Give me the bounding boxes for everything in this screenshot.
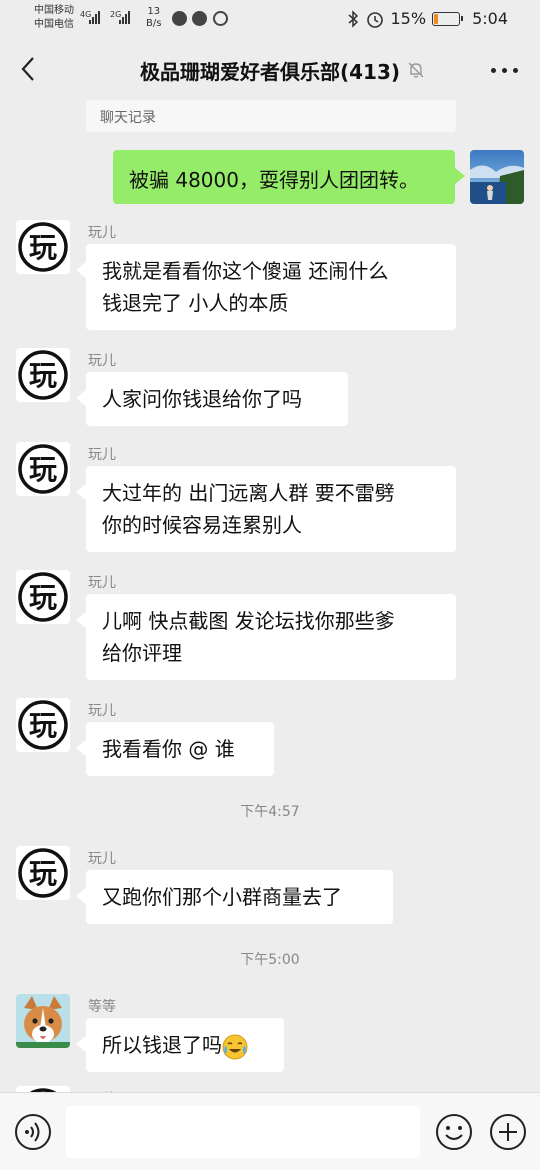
message-bubble[interactable]: 大过年的 出门远离人群 要不雷劈 你的时候容易连累别人: [76, 466, 456, 552]
message-bubble[interactable]: 所以钱退了吗: [76, 1018, 284, 1072]
signal-1-icon: [89, 10, 100, 24]
speed-value: 13: [147, 6, 161, 17]
chat-area[interactable]: 聊天记录 被骗 48000，耍得别人团团转。 玩 玩儿 我就是看看你这个傻逼 还…: [0, 100, 540, 1092]
avatar-glyph: 玩: [29, 231, 57, 264]
message-bubble[interactable]: 人家问你钱退给你了吗: [76, 372, 348, 426]
status-time: 5:04: [472, 9, 508, 28]
wan-logo-avatar-image: 玩: [16, 348, 70, 402]
wechat-notification-icon: [172, 11, 187, 26]
plus-circle-icon[interactable]: [488, 1112, 528, 1152]
avatar[interactable]: 玩: [16, 846, 70, 900]
speed-unit: B/s: [146, 18, 162, 29]
avatar-glyph: 玩: [29, 453, 57, 486]
network-speed: 13 B/s: [146, 6, 161, 30]
message-input[interactable]: [66, 1106, 420, 1158]
input-bar: [0, 1092, 540, 1170]
timestamp: 下午5:00: [240, 952, 300, 968]
timestamp: 下午4:57: [240, 804, 300, 820]
message-line: 给你评理: [102, 641, 182, 665]
sender-name: 玩儿: [88, 225, 116, 241]
avatar[interactable]: 玩: [16, 698, 70, 752]
wan-logo-avatar-image: 玩: [16, 698, 70, 752]
message-bubble[interactable]: 我看看你 @ 谁: [76, 722, 274, 776]
outgoing-message-bubble[interactable]: 被骗 48000，耍得别人团团转。: [113, 150, 465, 204]
battery-icon: [432, 11, 464, 26]
voice-icon[interactable]: [14, 1113, 52, 1151]
message-line: 儿啊 快点截图 发论坛找你那些爹: [102, 609, 395, 633]
more-dots-icon[interactable]: [491, 68, 518, 73]
sender-name: 玩儿: [88, 353, 116, 369]
crying-laughing-emoji-icon: [222, 1034, 248, 1059]
battery-level: [434, 13, 438, 24]
battery-percent: 15%: [390, 9, 427, 28]
wan-logo-avatar-image: 玩: [16, 442, 70, 496]
app-notification-icon: [213, 11, 228, 26]
message-line: 人家问你钱退给你了吗: [102, 387, 302, 411]
message-line: 你的时候容易连累别人: [102, 513, 302, 537]
bluetooth-icon: [348, 9, 358, 28]
avatar-glyph: 玩: [29, 581, 57, 614]
status-bar: 中国移动 中国电信 4G 2G 13 B/s 15% 5:04: [0, 0, 540, 38]
bell-off-icon: [408, 62, 424, 78]
message-line: 我看看你 @ 谁: [102, 737, 235, 761]
page-title: 极品珊瑚爱好者俱乐部(413): [139, 60, 401, 84]
wan-logo-avatar-image: 玩: [16, 220, 70, 274]
smiley-icon[interactable]: [434, 1112, 474, 1152]
outgoing-message-text: 被骗 48000，耍得别人团团转。: [129, 168, 419, 192]
system-status: 15% 5:04: [347, 9, 508, 28]
landscape-avatar-image: [470, 150, 524, 204]
carrier-2: 中国电信: [34, 19, 74, 30]
message-bubble[interactable]: 又跑你们那个小群商量去了: [76, 870, 393, 924]
signal-2-icon: [119, 10, 130, 24]
avatar[interactable]: 玩: [16, 348, 70, 402]
sender-name: 玩儿: [88, 447, 116, 463]
dog-avatar-image: [16, 994, 70, 1048]
carrier-1: 中国移动: [34, 5, 74, 16]
message-bubble[interactable]: 我就是看看你这个傻逼 还闹什么 钱退完了 小人的本质: [76, 244, 456, 330]
sender-name: 等等: [88, 999, 116, 1015]
sender-name: 玩儿: [88, 575, 116, 591]
chat-record-label: 聊天记录: [100, 110, 156, 126]
message-line: 又跑你们那个小群商量去了: [102, 885, 342, 909]
wan-logo-avatar-image: 玩: [16, 846, 70, 900]
sender-name: 玩儿: [88, 851, 116, 867]
message-line: 大过年的 出门远离人群 要不雷劈: [102, 481, 395, 505]
avatar-glyph: 玩: [29, 709, 57, 742]
avatar-glyph: 玩: [29, 359, 57, 392]
sender-name: 玩儿: [88, 703, 116, 719]
chat-header: 极品珊瑚爱好者俱乐部(413): [0, 38, 540, 100]
message-line: 我就是看看你这个傻逼 还闹什么: [102, 259, 389, 283]
message-bubble[interactable]: 儿啊 快点截图 发论坛找你那些爹 给你评理: [76, 594, 456, 680]
avatar[interactable]: [16, 994, 70, 1048]
avatar[interactable]: 玩: [16, 570, 70, 624]
alarm-icon: [366, 11, 383, 28]
avatar-glyph: 玩: [29, 857, 57, 890]
wan-logo-avatar-image: 玩: [16, 570, 70, 624]
chat-record-card[interactable]: 聊天记录: [86, 100, 456, 132]
message-notification-icon: [192, 11, 207, 26]
message-line: 钱退完了 小人的本质: [102, 291, 289, 315]
carrier-labels: 中国移动 中国电信: [34, 4, 74, 32]
avatar[interactable]: 玩: [16, 220, 70, 274]
avatar[interactable]: 玩: [16, 442, 70, 496]
message-line: 所以钱退了吗: [102, 1033, 222, 1057]
my-avatar[interactable]: [470, 150, 524, 204]
